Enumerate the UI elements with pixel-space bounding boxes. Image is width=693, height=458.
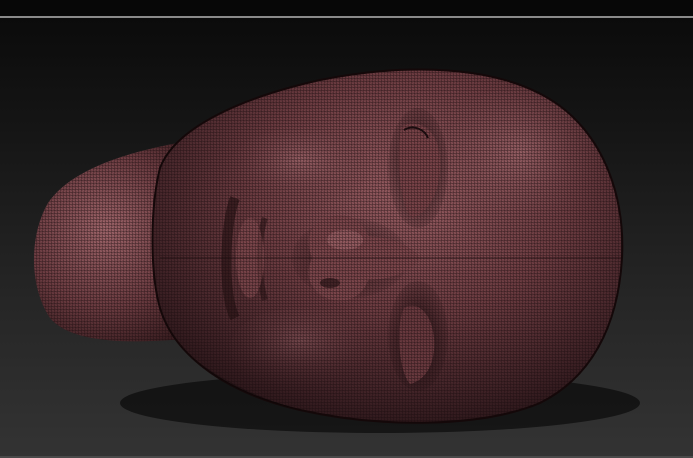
top-bar [0, 0, 693, 16]
sculpt-app [0, 0, 693, 458]
3d-viewport[interactable] [0, 18, 693, 456]
viewport-canvas[interactable] [0, 18, 693, 456]
